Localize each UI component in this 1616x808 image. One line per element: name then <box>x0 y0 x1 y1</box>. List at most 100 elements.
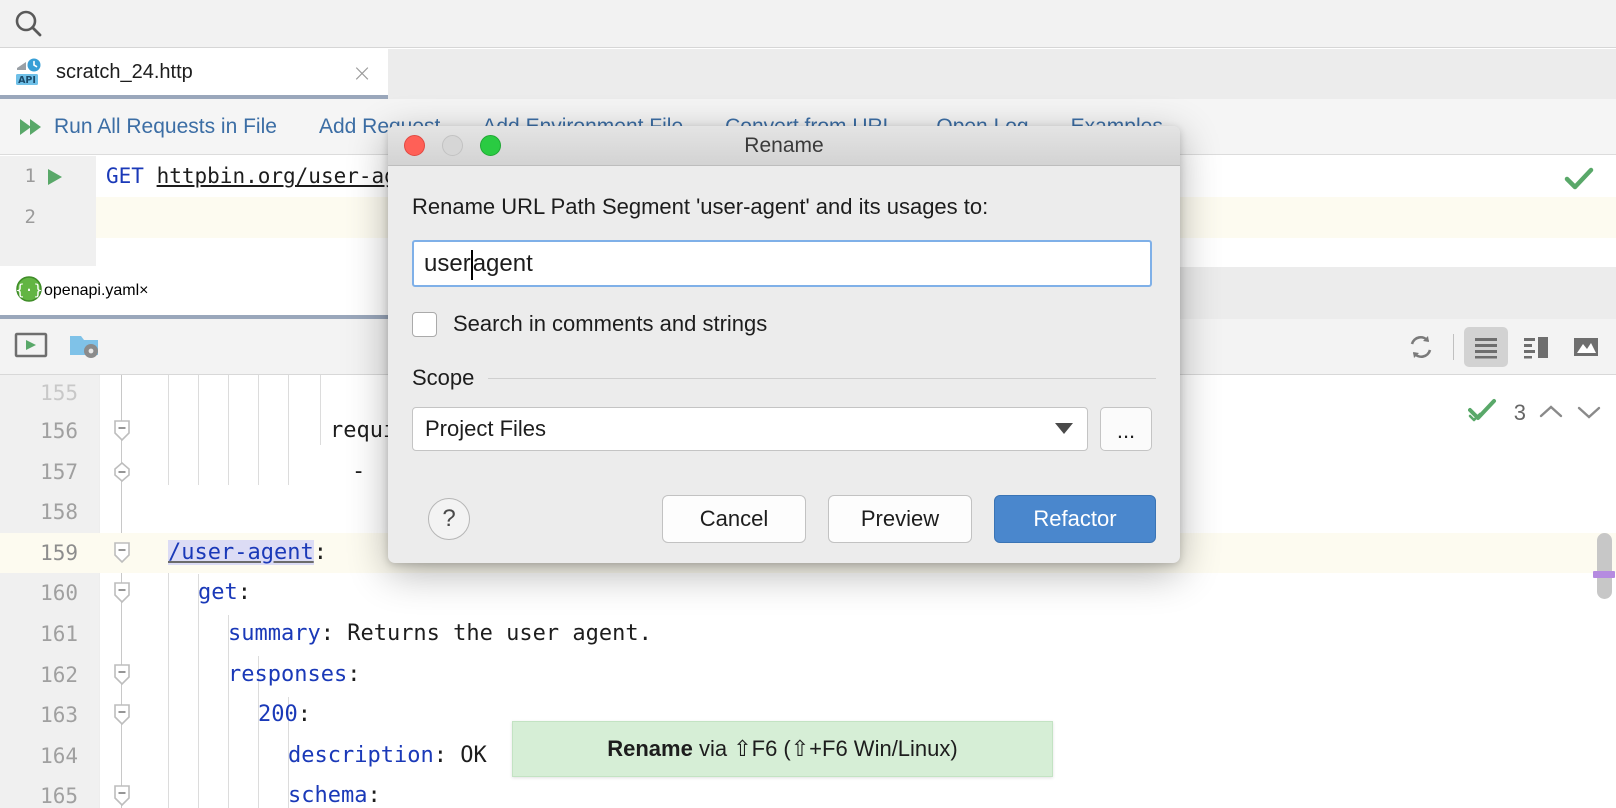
search-comments-strings-checkbox[interactable] <box>412 311 437 337</box>
scope-browse-button[interactable]: ... <box>1100 407 1152 451</box>
line-number: 2 <box>24 206 36 228</box>
yaml-key: get <box>198 580 238 606</box>
folder-settings-icon[interactable] <box>68 330 102 365</box>
line-number: 161 <box>40 621 78 646</box>
fold-marker-icon[interactable] <box>112 582 132 604</box>
yaml-colon: : <box>367 783 381 808</box>
yaml-code: schema: <box>288 776 381 808</box>
top-search-strip <box>0 0 1616 48</box>
run-all-requests-label: Run All Requests in File <box>54 114 277 138</box>
tab-openapi-yaml[interactable]: {·} openapi.yaml × <box>0 267 388 319</box>
maximize-window-button[interactable] <box>480 135 501 156</box>
svg-text:API: API <box>18 75 36 86</box>
yaml-key: 200 <box>258 702 298 728</box>
yaml-value: : OK <box>433 742 487 768</box>
line-number: 159 <box>40 540 78 565</box>
scrollbar-usage-marker[interactable] <box>1593 571 1615 578</box>
yaml-code: /user-agent: <box>168 533 327 574</box>
fold-marker-icon[interactable] <box>112 541 132 564</box>
yaml-key: schema <box>288 783 368 808</box>
rename-target-token[interactable]: /user-agent <box>168 539 314 565</box>
fold-marker-icon[interactable] <box>112 785 132 807</box>
yaml-line: 161 summary: Returns the user agent. <box>0 614 1616 655</box>
yaml-file-icon: {·} <box>14 274 44 309</box>
search-icon[interactable] <box>12 8 46 40</box>
rename-dialog: Rename Rename URL Path Segment 'user-age… <box>388 126 1180 563</box>
line-number: 164 <box>40 743 78 768</box>
editor-tabbar-http: API scratch_24.http × <box>0 49 1616 99</box>
rename-input[interactable]: user agent <box>412 240 1152 287</box>
inspection-status-widget[interactable]: 3 <box>1467 397 1602 428</box>
text-caret <box>470 249 473 280</box>
preview-image-icon[interactable] <box>1564 327 1608 367</box>
yaml-toolbar-left-group <box>14 330 102 365</box>
double-play-icon <box>20 118 41 135</box>
close-window-button[interactable] <box>404 135 425 156</box>
tab-label: scratch_24.http <box>56 60 193 83</box>
text-view-icon[interactable] <box>1464 327 1508 367</box>
http-method: GET <box>106 164 144 188</box>
yaml-key: responses <box>228 661 348 687</box>
yaml-value: : Returns the user agent. <box>320 620 652 646</box>
scope-divider <box>488 377 1156 379</box>
tooltip-shortcut: via ⇧F6 (⇧+F6 Win/Linux) <box>692 736 958 761</box>
yaml-code: 200: <box>258 695 311 736</box>
close-icon[interactable]: × <box>139 282 148 300</box>
rename-input-value-after: agent <box>472 249 533 277</box>
dialog-footer: ? Cancel Preview Refactor <box>388 475 1180 563</box>
run-all-requests-button[interactable]: Run All Requests in File <box>18 115 277 139</box>
editor-scrollbar[interactable] <box>1593 375 1616 808</box>
refresh-icon[interactable] <box>1399 327 1443 367</box>
app-root: API scratch_24.http × Run All Requests i… <box>0 0 1616 808</box>
scope-label: Scope <box>412 365 475 390</box>
chevron-up-icon[interactable] <box>1538 400 1564 426</box>
yaml-colon: : <box>237 580 251 606</box>
fold-marker-icon[interactable] <box>112 420 132 442</box>
fold-marker-icon[interactable] <box>112 663 132 686</box>
svg-text:{·}: {·} <box>15 281 42 299</box>
green-check-icon <box>1564 166 1594 197</box>
cancel-button[interactable]: Cancel <box>662 495 806 543</box>
minimize-window-button[interactable] <box>442 135 463 156</box>
tab-scratch-http[interactable]: API scratch_24.http × <box>0 49 388 99</box>
scope-select[interactable]: Project Files <box>412 407 1088 451</box>
rename-input-value-before: user <box>424 249 471 277</box>
run-icon[interactable] <box>14 330 48 365</box>
yaml-line: 160 get: <box>0 573 1616 614</box>
scrollbar-thumb[interactable] <box>1597 533 1612 599</box>
tooltip-action: Rename <box>607 736 693 761</box>
run-request-icon[interactable] <box>46 168 64 191</box>
inspection-count: 3 <box>1513 399 1526 425</box>
api-file-icon: API <box>14 57 44 87</box>
yaml-colon: : <box>313 539 327 565</box>
dialog-prompt: Rename URL Path Segment 'user-agent' and… <box>412 194 989 219</box>
dialog-titlebar: Rename <box>388 126 1180 166</box>
line-number: 156 <box>40 419 78 443</box>
line-number: 155 <box>40 381 78 405</box>
http-request-line: GET httpbin.org/user-agent <box>106 156 435 197</box>
chevron-down-icon <box>1055 423 1073 434</box>
yaml-code: - <box>352 458 379 484</box>
search-comments-strings-label: Search in comments and strings <box>453 311 768 336</box>
yaml-key: description <box>288 742 434 768</box>
dialog-body: Rename URL Path Segment 'user-agent' and… <box>388 194 1180 451</box>
refactor-button[interactable]: Refactor <box>994 495 1156 543</box>
dialog-title: Rename <box>744 133 824 157</box>
yaml-toolbar-right-group <box>1399 327 1608 367</box>
help-button[interactable]: ? <box>428 498 470 540</box>
preview-button[interactable]: Preview <box>828 495 972 543</box>
split-view-icon[interactable] <box>1514 327 1558 367</box>
fold-marker-icon[interactable] <box>112 461 132 484</box>
yaml-key: summary <box>228 620 321 646</box>
fold-marker-icon[interactable] <box>112 704 132 726</box>
close-icon[interactable]: × <box>350 61 374 86</box>
scope-selected-value: Project Files <box>425 416 547 441</box>
yaml-code: get: <box>198 573 251 614</box>
line-number: 163 <box>40 703 78 728</box>
search-comments-strings-checkbox-row[interactable]: Search in comments and strings <box>412 311 1156 337</box>
tooltip-text: Rename via ⇧F6 (⇧+F6 Win/Linux) <box>607 736 957 762</box>
yaml-colon: : <box>297 702 311 728</box>
line-number: 160 <box>40 581 78 606</box>
yaml-code: requi <box>330 418 397 443</box>
scope-row: Project Files ... <box>412 407 1156 451</box>
